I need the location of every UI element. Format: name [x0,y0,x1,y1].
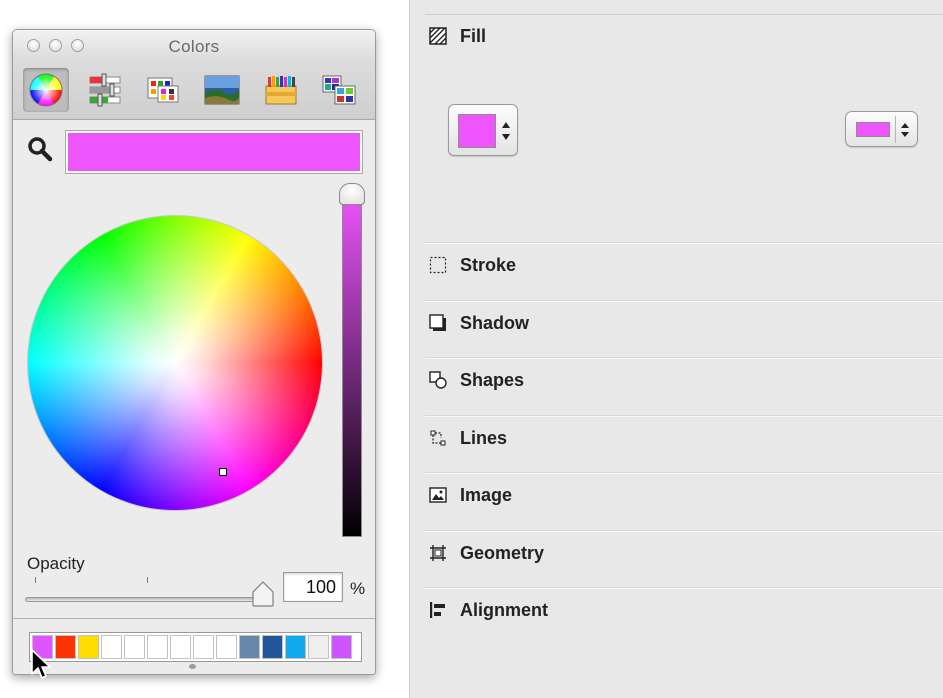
color-swatch[interactable] [78,635,99,659]
divider [425,242,943,243]
section-label: Shadow [460,312,530,333]
opacity-slider[interactable] [25,597,263,602]
crayons-icon [265,76,297,105]
section-geometry[interactable]: Geometry [428,540,544,566]
image-palettes-tab[interactable] [198,68,244,112]
color-wheel-icon [29,73,63,107]
brightness-slider[interactable] [342,190,362,537]
mouse-pointer-icon [31,649,51,679]
image-icon [428,485,448,505]
screen: Colors Opacity 100 % Fill Stroke Shadow … [0,0,943,698]
color-swatch[interactable] [193,635,214,659]
shadow-icon [428,313,448,333]
color-swatch[interactable] [262,635,283,659]
current-color-swatch[interactable] [65,130,363,174]
section-fill[interactable]: Fill [428,23,486,49]
opacity-unit-label: % [350,579,366,598]
opacity-label: Opacity [27,554,85,573]
section-label: Lines [460,427,508,448]
color-swatches-strip [29,632,362,662]
chevron-updown-icon [502,122,510,140]
stroke-icon [428,255,448,275]
section-label: Image [460,484,513,505]
color-sliders-tab[interactable] [81,68,127,112]
color-swatch[interactable] [124,635,145,659]
section-label: Geometry [460,542,545,563]
section-shapes[interactable]: Shapes [428,367,524,393]
inspector-panel: Fill Stroke Shadow Shapes Lines Image Ge… [409,0,943,698]
color-swatch[interactable] [147,635,168,659]
color-wheel[interactable] [27,215,323,511]
section-label: Alignment [460,599,548,620]
divider [425,14,943,15]
divider [13,618,375,619]
section-label: Stroke [460,254,517,275]
section-shadow[interactable]: Shadow [428,310,529,336]
resize-handle[interactable] [189,664,196,669]
opacity-input[interactable]: 100 [283,572,343,602]
color-swatch[interactable] [331,635,352,659]
custom-palettes-tab[interactable] [315,68,361,112]
title-bar[interactable]: Colors [13,30,375,60]
crayons-tab[interactable] [257,68,303,112]
search-icon[interactable] [27,136,53,162]
divider [895,116,896,143]
divider [425,415,943,416]
opacity-tick [35,577,36,583]
fill-color-swatch [458,114,496,148]
lines-icon [428,428,448,448]
section-alignment[interactable]: Alignment [428,597,548,623]
divider [425,300,943,301]
custom-palette-icon [322,75,356,105]
brightness-slider-knob[interactable] [339,183,365,205]
divider [425,530,943,531]
color-swatch[interactable] [55,635,76,659]
alignment-icon [428,600,448,620]
sliders-icon [89,73,121,107]
window-title: Colors [168,37,220,56]
image-icon [204,75,240,105]
divider [425,357,943,358]
color-swatch[interactable] [170,635,191,659]
fill-icon [428,26,448,46]
color-swatch[interactable] [239,635,260,659]
fill-style-swatch [856,122,890,137]
opacity-slider-knob[interactable] [251,580,275,608]
color-swatch[interactable] [216,635,237,659]
geometry-icon [428,543,448,563]
color-palettes-tab[interactable] [139,68,185,112]
section-label: Shapes [460,369,525,390]
color-wheel-cursor[interactable] [219,468,227,476]
palettes-icon [147,77,179,103]
divider [425,587,943,588]
color-swatch[interactable] [308,635,329,659]
color-wheel-tab[interactable] [23,68,69,112]
shapes-icon [428,370,448,390]
color-swatch[interactable] [285,635,306,659]
chevron-updown-icon [901,123,909,137]
colors-window: Colors Opacity 100 % [12,29,376,675]
section-label: Fill [460,25,486,46]
fill-style-popup[interactable] [845,111,918,147]
section-stroke[interactable]: Stroke [428,252,516,278]
opacity-tick [147,577,148,583]
section-image[interactable]: Image [428,482,512,508]
divider [425,472,943,473]
color-picker-toolbar [13,60,375,120]
color-swatch[interactable] [101,635,122,659]
fill-color-well[interactable] [448,104,518,156]
section-lines[interactable]: Lines [428,425,507,451]
